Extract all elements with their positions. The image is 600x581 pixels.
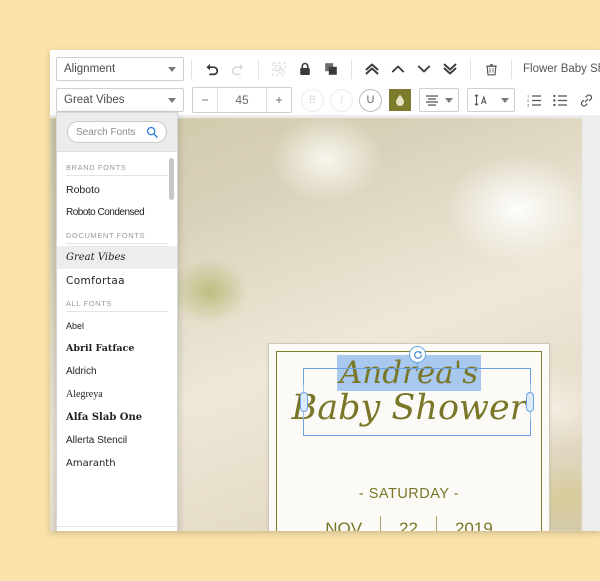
- font-list-item[interactable]: Amaranth: [57, 452, 177, 475]
- font-family-select[interactable]: Great Vibes: [56, 88, 184, 112]
- font-list[interactable]: BRAND FONTS Roboto Roboto Condensed DOCUMEN…: [57, 152, 177, 526]
- search-icon: [146, 126, 158, 138]
- toolbar-divider: [511, 59, 512, 79]
- text-color-swatch[interactable]: [389, 89, 411, 111]
- color-droplet-icon: [396, 94, 404, 106]
- card-year: 2019: [454, 519, 493, 531]
- resize-handle-left[interactable]: [300, 392, 308, 412]
- date-divider: [380, 516, 382, 531]
- font-size-stepper[interactable]: − 45 +: [192, 87, 292, 113]
- font-list-item[interactable]: Roboto: [57, 178, 177, 201]
- toolbar-row-primary: Alignment Flower Baby S: [50, 54, 600, 84]
- text-align-dropdown[interactable]: [419, 88, 459, 112]
- italic-button[interactable]: I: [330, 88, 353, 112]
- design-editor-window: Alignment Flower Baby S Great Vibes − 45…: [50, 50, 600, 531]
- font-search-input[interactable]: Search Fonts: [67, 121, 167, 143]
- font-list-item[interactable]: Comfortaa: [57, 269, 177, 292]
- font-group-header: BRAND FONTS: [66, 163, 168, 176]
- toolbar-row-text: Great Vibes − 45 + B I U 1 2 3: [50, 85, 599, 115]
- font-list-item[interactable]: Alfa Slab One: [57, 406, 177, 429]
- font-list-item[interactable]: Great Vibes: [57, 246, 177, 269]
- move-to-front-icon[interactable]: [361, 58, 383, 80]
- font-list-item[interactable]: Roboto Condensed: [57, 201, 177, 224]
- font-group-header: ALL FONTS: [66, 299, 168, 312]
- date-divider: [435, 516, 437, 531]
- font-family-value: Great Vibes: [64, 94, 125, 106]
- card-date-row: NOV 22 2019: [269, 516, 549, 531]
- document-name[interactable]: Flower Baby Shower I...: [523, 63, 600, 75]
- font-search-placeholder: Search Fonts: [76, 126, 136, 138]
- move-up-icon[interactable]: [387, 58, 409, 80]
- toolbar-divider: [351, 59, 352, 79]
- underline-button[interactable]: U: [359, 88, 382, 112]
- chevron-down-icon: [501, 97, 509, 103]
- alignment-select-value: Alignment: [64, 63, 116, 75]
- duplicate-icon[interactable]: [320, 58, 342, 80]
- toolbar-divider: [258, 59, 259, 79]
- resize-handle-right[interactable]: [526, 392, 534, 412]
- rotate-handle-icon[interactable]: [409, 346, 426, 363]
- move-down-icon[interactable]: [413, 58, 435, 80]
- redo-icon: [227, 58, 249, 80]
- svg-text:3: 3: [527, 102, 530, 107]
- font-list-item[interactable]: Allerta Stencil: [57, 429, 177, 452]
- font-search-row: Search Fonts: [57, 113, 177, 152]
- bold-button[interactable]: B: [301, 88, 324, 112]
- toolbar: Alignment Flower Baby S Great Vibes − 45…: [50, 50, 600, 115]
- undo-icon[interactable]: [201, 58, 223, 80]
- font-list-item[interactable]: Abel: [57, 314, 177, 337]
- line-height-icon: [474, 93, 487, 107]
- font-size-value[interactable]: 45: [217, 88, 267, 112]
- bulleted-list-icon[interactable]: [549, 89, 571, 111]
- chevron-down-icon: [445, 97, 453, 103]
- font-size-increase[interactable]: +: [267, 88, 291, 112]
- card-month: NOV: [325, 519, 363, 531]
- numbered-list-icon[interactable]: 123: [523, 89, 545, 111]
- upload-new-font-button[interactable]: + Upload new font: [57, 526, 177, 531]
- chevron-down-icon: [168, 66, 176, 72]
- lock-icon[interactable]: [294, 58, 316, 80]
- line-height-dropdown[interactable]: [467, 88, 515, 112]
- text-selection-frame[interactable]: [300, 346, 534, 436]
- font-picker-panel[interactable]: Search Fonts BRAND FONTS Roboto Roboto Con…: [56, 112, 178, 531]
- font-list-scrollbar[interactable]: [169, 158, 174, 200]
- card-day: - SATURDAY -: [358, 486, 460, 502]
- font-group-header: DOCUMENT FONTS: [66, 231, 168, 244]
- font-list-item[interactable]: Alegreya: [57, 383, 177, 406]
- align-center-icon: [426, 95, 438, 106]
- toolbar-divider: [191, 59, 192, 79]
- card-date: 22: [399, 519, 418, 531]
- font-list-item[interactable]: Aldrich: [57, 360, 177, 383]
- move-to-back-icon[interactable]: [439, 58, 461, 80]
- alignment-select[interactable]: Alignment: [56, 57, 184, 81]
- chevron-down-icon: [168, 97, 176, 103]
- toolbar-divider: [470, 59, 471, 79]
- mask-icon: [268, 58, 290, 80]
- font-size-decrease[interactable]: −: [193, 88, 217, 112]
- trash-icon[interactable]: [480, 58, 502, 80]
- link-icon[interactable]: [575, 89, 597, 111]
- font-list-item[interactable]: Abril Fatface: [57, 337, 177, 360]
